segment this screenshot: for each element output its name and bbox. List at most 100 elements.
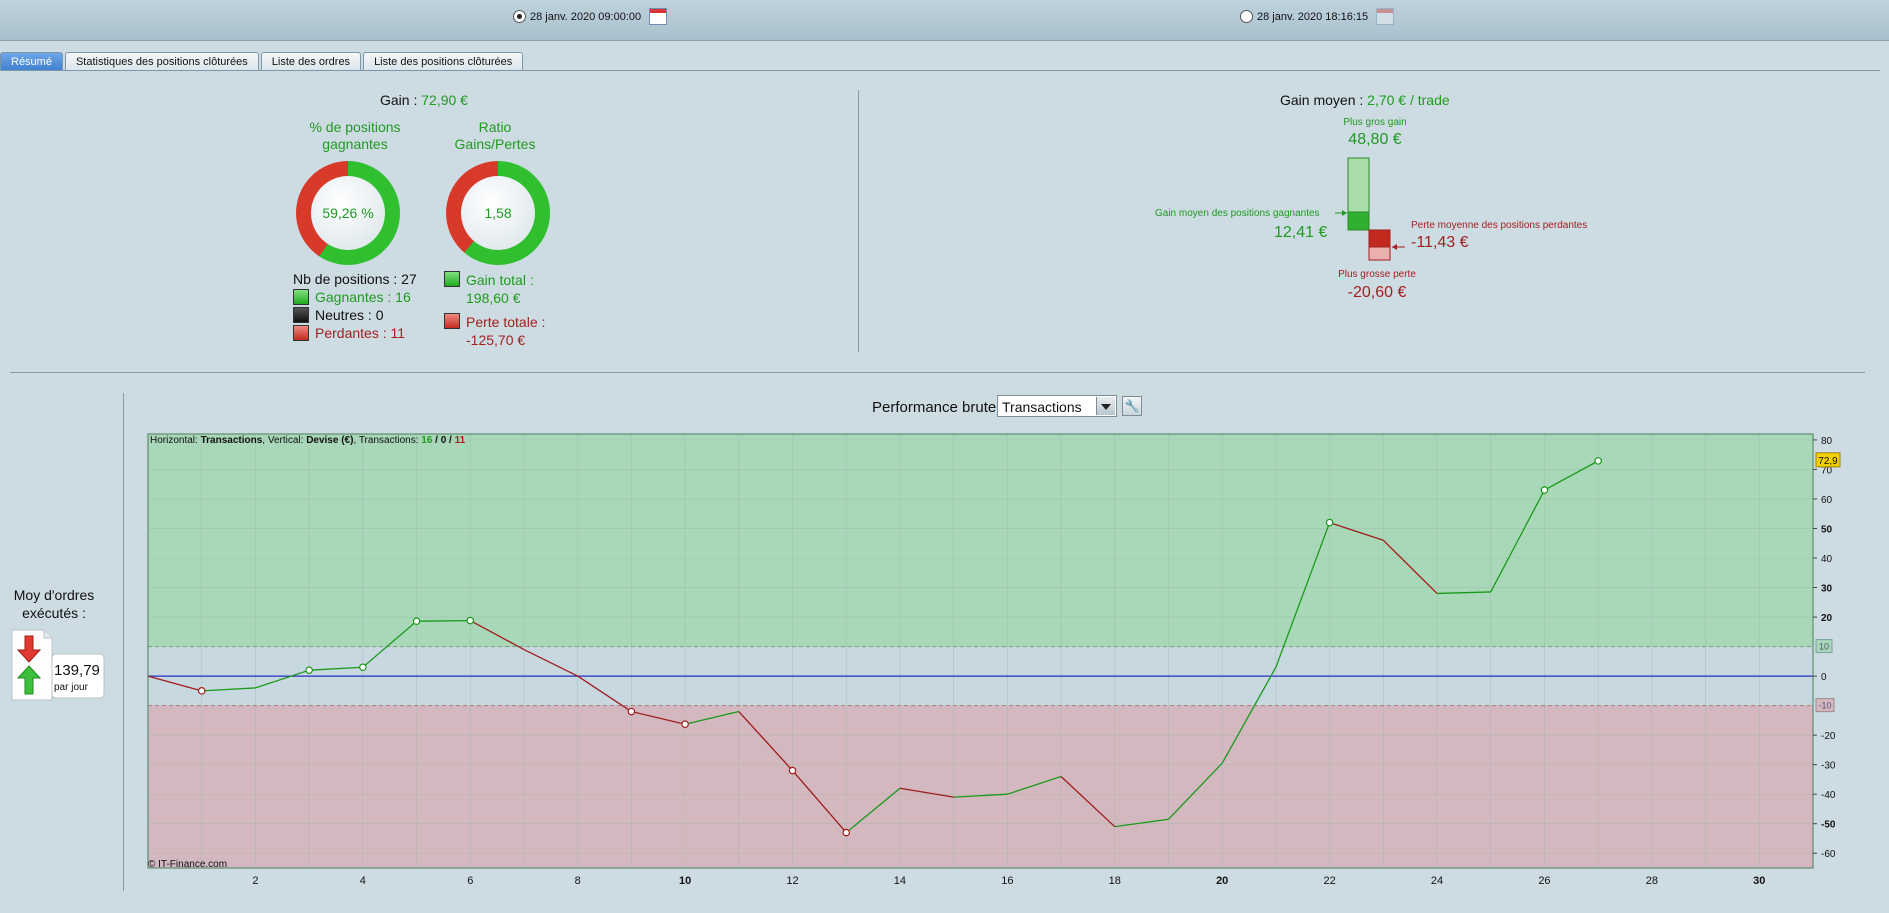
gain-summary: Gain : 72,90 €	[380, 92, 468, 108]
upper-threshold-tag: 10	[1819, 642, 1829, 652]
series-segment	[416, 619, 471, 622]
gain-total-swatch	[444, 271, 460, 287]
x-tick-label: 20	[1216, 875, 1228, 887]
date-to-text: 28 janv. 2020 18:16:15	[1257, 10, 1369, 23]
x-tick-label: 18	[1109, 875, 1121, 887]
data-point	[466, 616, 475, 625]
neutral-swatch	[293, 307, 309, 323]
tab-bar: Résumé Statistiques des positions clôtur…	[0, 52, 525, 72]
date-range-bar: 28 janv. 2020 09:00:00 28 janv. 2020 18:…	[0, 0, 1889, 41]
date-to-radio[interactable]	[1240, 10, 1253, 23]
y-tick-label: -50	[1821, 820, 1836, 831]
tab-liste-positions[interactable]: Liste des positions clôturées	[363, 52, 524, 71]
performance-mode-select[interactable]: Transactions	[997, 395, 1117, 417]
average-gain-value: 2,70 € / trade	[1367, 92, 1450, 108]
biggest-loss-value: -20,60 €	[1347, 284, 1407, 301]
orders-per-day-value: 139,79	[54, 662, 100, 679]
x-tick-label: 2	[252, 875, 258, 887]
data-point	[359, 663, 367, 672]
x-tick-label: 26	[1538, 875, 1550, 887]
date-to[interactable]: 28 janv. 2020 18:16:15	[1240, 8, 1395, 25]
winning-pct-value: 59,26 %	[311, 176, 385, 250]
profit-zone	[148, 434, 1813, 647]
losers-swatch	[293, 325, 309, 341]
x-tick-label: 4	[360, 875, 366, 887]
performance-label: Performance brute	[872, 399, 997, 416]
x-tick-label: 8	[575, 875, 581, 887]
loss-total-swatch	[444, 313, 460, 329]
calendar-icon[interactable]	[649, 8, 668, 25]
x-tick-label: 12	[786, 875, 798, 887]
calendar-icon[interactable]	[1376, 8, 1395, 25]
performance-chart: 2 4 6 8 10 12 14 16 18 20 22 24 26 28 3080706050403020…	[147, 433, 1841, 887]
y-tick-label: 30	[1821, 584, 1833, 595]
tab-statistiques[interactable]: Statistiques des positions clôturées	[64, 52, 259, 71]
y-tick-label: -60	[1821, 849, 1836, 860]
data-point	[842, 828, 851, 837]
chevron-down-icon[interactable]	[1096, 397, 1115, 415]
avg-gain-bar	[1347, 211, 1370, 231]
tab-resume[interactable]: Résumé	[0, 52, 63, 71]
biggest-loss-label: Plus grosse perte	[1338, 269, 1416, 280]
x-tick-label: 24	[1431, 875, 1443, 887]
losers-count: Perdantes : 11	[315, 325, 406, 341]
date-from-text: 28 janv. 2020 09:00:00	[530, 10, 642, 23]
chart-info: Horizontal: Transactions, Vertical: Devi…	[150, 435, 466, 446]
avg-loss-value: -11,43 €	[1411, 234, 1469, 251]
ratio-value: 1,58	[461, 176, 535, 250]
gain-total: Gain total : 198,60 €	[466, 272, 534, 306]
y-tick-label: 50	[1821, 524, 1833, 535]
chart-left-divider	[123, 393, 124, 891]
wrench-icon[interactable]: 🔧	[1122, 396, 1142, 416]
data-point	[412, 617, 421, 625]
loss-zone	[148, 705, 1813, 868]
date-from[interactable]: 28 janv. 2020 09:00:00	[513, 8, 668, 25]
y-tick-label: -30	[1821, 761, 1836, 772]
y-tick-label: -40	[1821, 790, 1836, 801]
horizontal-divider	[10, 372, 1865, 373]
y-tick-label: -20	[1821, 731, 1836, 742]
positions-count: Nb de positions : 27	[293, 271, 417, 287]
x-tick-label: 16	[1001, 875, 1013, 887]
neutral-count: Neutres : 0	[315, 307, 384, 323]
chart-copyright: © IT-Finance.com	[148, 859, 228, 870]
tab-liste-ordres[interactable]: Liste des ordres	[260, 52, 362, 71]
avg-loss-bar	[1368, 229, 1391, 248]
winning-positions-donut: 59,26 %	[296, 161, 400, 265]
last-value-tag: 72,9	[1818, 456, 1838, 467]
y-tick-label: 80	[1821, 436, 1833, 447]
x-tick-label: 30	[1753, 875, 1765, 887]
data-point	[1325, 518, 1334, 527]
avg-win-value: 12,41 €	[1274, 224, 1328, 241]
y-tick-label: 40	[1821, 554, 1833, 565]
orders-label: Moy d'ordres exécutés :	[13, 587, 95, 621]
y-tick-label: 20	[1821, 613, 1833, 624]
lower-threshold-tag: -10	[1818, 701, 1831, 711]
loss-total: Perte totale : -125,70 €	[466, 314, 546, 348]
ratio-donut: 1,58	[446, 161, 550, 265]
winners-swatch	[293, 289, 309, 305]
data-point	[1594, 457, 1602, 465]
date-from-radio[interactable]	[513, 10, 526, 23]
pct-title: % de positions gagnantes	[309, 119, 401, 152]
x-tick-label: 6	[467, 875, 473, 887]
data-point	[788, 766, 797, 775]
avg-loss-label: Perte moyenne des positions perdantes	[1411, 220, 1588, 231]
x-tick-label: 10	[679, 875, 691, 887]
data-point	[1540, 486, 1549, 494]
biggest-gain-label: Plus gros gain	[1343, 117, 1407, 128]
data-point	[197, 687, 206, 695]
x-tick-label: 22	[1323, 875, 1335, 887]
data-point	[627, 707, 636, 716]
avg-win-label: Gain moyen des positions gagnantes	[1155, 208, 1320, 219]
y-tick-label: 0	[1821, 672, 1827, 683]
data-point	[681, 720, 689, 729]
winners-count: Gagnantes : 16	[315, 289, 411, 305]
section-divider	[858, 90, 859, 352]
ratio-title: Ratio Gains/Pertes	[454, 119, 536, 152]
orders-per-day-unit: par jour	[54, 682, 88, 693]
biggest-gain-value: 48,80 €	[1348, 131, 1402, 148]
average-gain: Gain moyen : 2,70 € / trade	[1280, 92, 1450, 108]
x-tick-label: 14	[894, 875, 906, 887]
x-tick-label: 28	[1646, 875, 1658, 887]
